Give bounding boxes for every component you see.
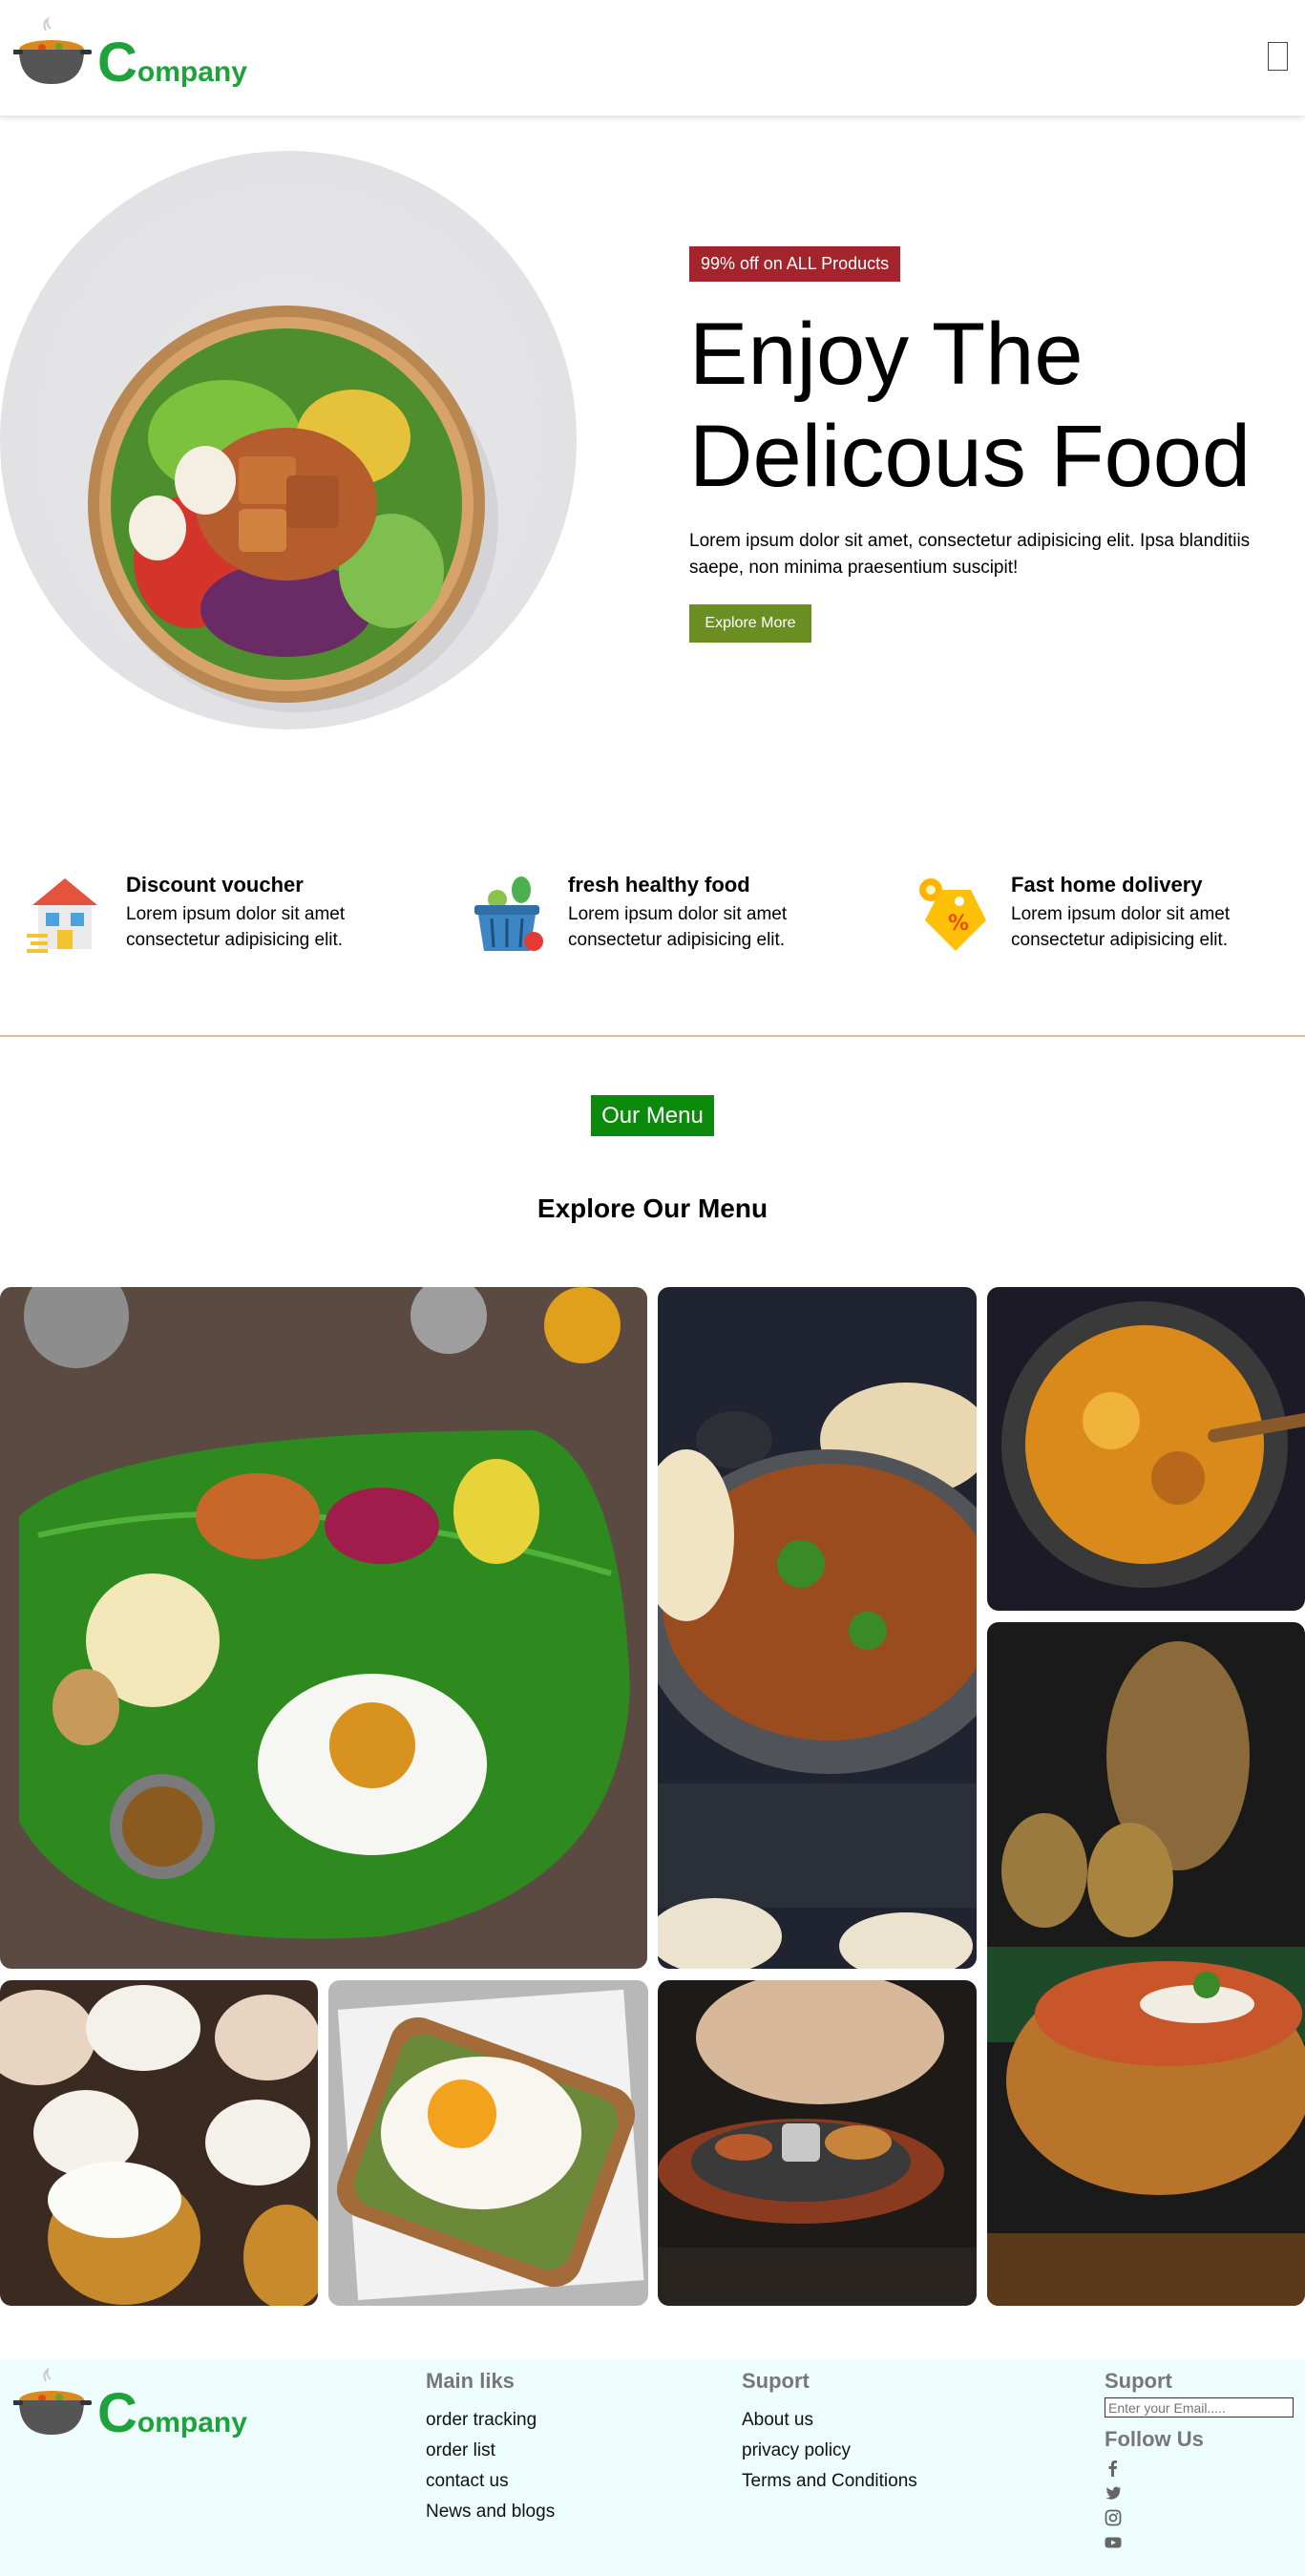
hero-title-line2: Delicous Food [689,408,1252,505]
feature-title: Discount voucher [126,873,304,897]
footer-col-title: Main liks [426,2369,515,2393]
hero-title: Enjoy The Delicous Food [689,304,1281,508]
discount-badge: 99% off on ALL Products [689,246,901,282]
menu-photo-sizzler-platter[interactable] [658,1980,977,2306]
menu-photo-banana-leaf-meal[interactable] [0,1287,647,1969]
menu-photo-roasted-squash[interactable] [987,1287,1305,1611]
instagram-icon[interactable] [1105,2509,1122,2526]
pot-icon [11,16,95,94]
feature-title: fresh healthy food [568,873,750,897]
feature-text: Lorem ipsum dolor sit amet consectetur a… [568,904,788,950]
contact-us-link[interactable]: contact us [426,2466,555,2497]
footer-support-links: Suport About us privacy policy Terms and… [742,2369,917,2497]
order-tracking-link[interactable]: order tracking [426,2405,555,2436]
menu-photo-copper-curry[interactable] [987,1622,1305,2306]
feature-discount-voucher: Discount voucher Lorem ipsum dolor sit a… [27,873,447,959]
logo-initial: C [97,2382,137,2444]
facebook-icon[interactable] [1105,2460,1122,2477]
menu-photo-cupcakes[interactable] [0,1980,318,2306]
site-header: Company [0,0,1305,116]
feature-text: Lorem ipsum dolor sit amet consectetur a… [1011,904,1231,950]
feature-text: Lorem ipsum dolor sit amet consectetur a… [126,904,346,950]
hero-salad-image [0,151,577,729]
hamburger-menu-button[interactable] [1268,42,1288,71]
feature-title: Fast home dolivery [1011,873,1203,897]
tag-icon: % [912,873,988,955]
company-logo[interactable]: Company [11,16,247,94]
twitter-icon[interactable] [1105,2484,1122,2502]
youtube-icon[interactable] [1105,2534,1122,2551]
menu-photo-curry-pan[interactable] [658,1287,977,1969]
pot-icon [11,2367,95,2444]
footer-col-title: Suport [1105,2369,1172,2393]
footer-subscribe: Suport Follow Us [1105,2369,1294,2551]
feature-fast-home-delivery: % Fast home dolivery Lorem ipsum dolor s… [912,873,1305,959]
about-us-link[interactable]: About us [742,2405,917,2436]
news-and-blogs-link[interactable]: News and blogs [426,2497,555,2527]
menu-photo-egg-toast[interactable] [328,1980,648,2306]
footer-col-title: Suport [742,2369,810,2393]
logo-initial: C [97,32,137,94]
logo-text: ompany [137,56,247,88]
order-list-link[interactable]: order list [426,2436,555,2466]
svg-text:%: % [948,912,969,936]
follow-us-label: Follow Us [1105,2427,1204,2451]
hero-title-line1: Enjoy The [689,306,1084,403]
logo-text: ompany [137,2407,247,2439]
feature-fresh-healthy-food: fresh healthy food Lorem ipsum dolor sit… [469,873,889,959]
our-menu-tag: Our Menu [591,1095,714,1136]
privacy-policy-link[interactable]: privacy policy [742,2436,917,2466]
section-divider [0,1035,1305,1037]
basket-icon [469,873,545,955]
email-input[interactable] [1105,2397,1294,2418]
menu-heading: Explore Our Menu [537,1193,768,1223]
explore-more-button[interactable]: Explore More [689,604,811,643]
terms-link[interactable]: Terms and Conditions [742,2466,917,2497]
house-icon [27,873,103,955]
hero-description: Lorem ipsum dolor sit amet, consectetur … [689,531,1251,578]
footer-main-links: Main liks order tracking order list cont… [426,2369,555,2527]
footer-logo[interactable]: Company [11,2367,247,2444]
